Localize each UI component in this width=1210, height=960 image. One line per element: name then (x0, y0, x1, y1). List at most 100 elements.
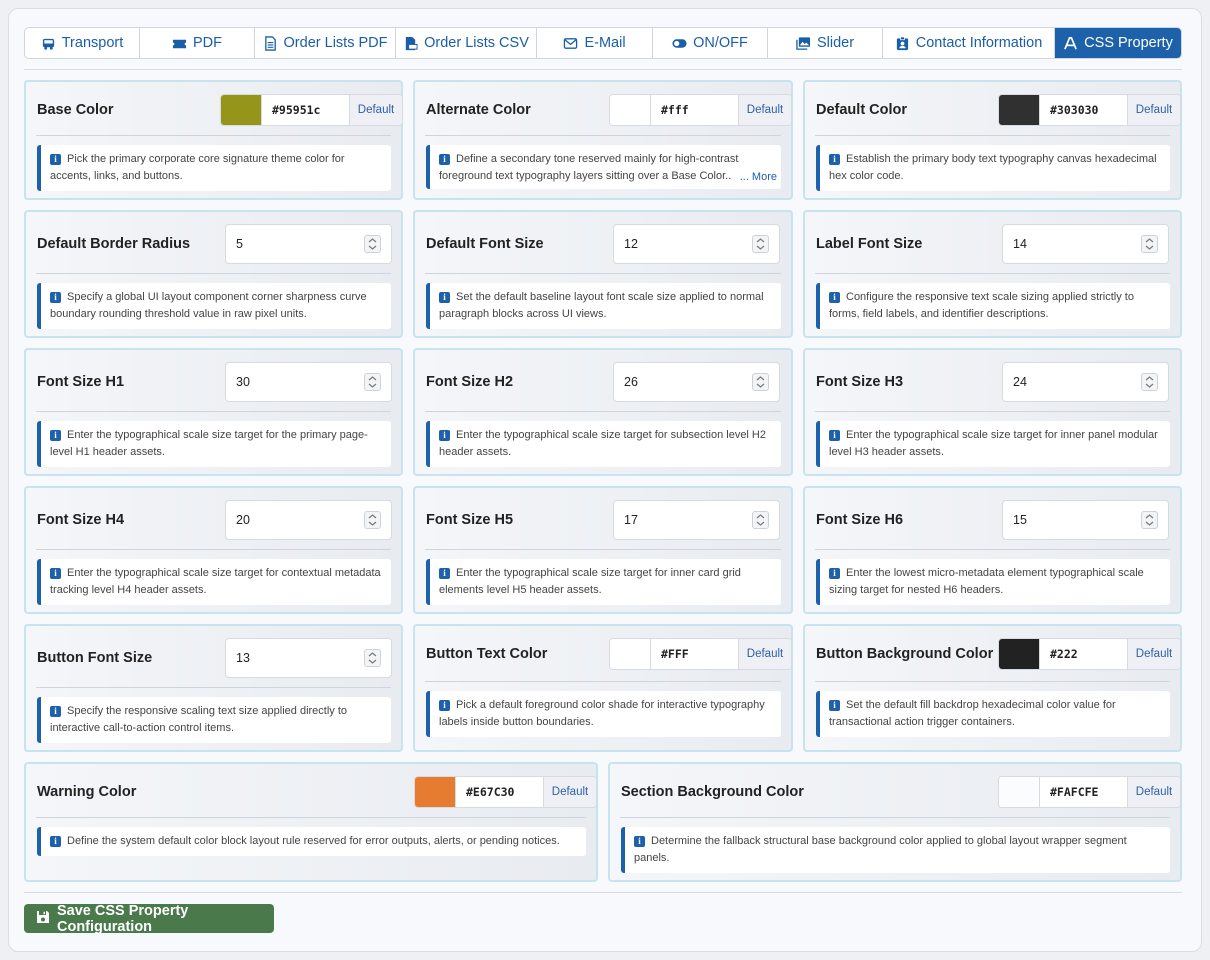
tab-slider[interactable]: Slider (768, 28, 883, 58)
info-note: i Enter the typographical scale size targ… (426, 421, 781, 467)
number-value: 14 (1013, 237, 1027, 251)
more-link[interactable]: ... More (737, 169, 777, 186)
field-label: Font Size H4 (37, 512, 125, 528)
info-note: i Determine the fallback structural base … (621, 827, 1170, 873)
field-label: Button Font Size (37, 650, 153, 666)
card-font-size-h1: Font Size H1 30 i Enter the typographical… (24, 348, 403, 476)
info-icon: i (50, 836, 61, 847)
info-note: i Specify the responsive scaling text siz… (37, 697, 391, 743)
card-font-size-h4: Font Size H4 20 i Enter the typographical… (24, 486, 403, 614)
tab-divider (24, 69, 1182, 70)
divider (815, 549, 1170, 550)
tab-order-lists-pdf[interactable]: Order Lists PDF (255, 28, 396, 58)
info-note: i Configure the responsive text scale siz… (816, 283, 1170, 329)
number-input[interactable]: 12 (613, 224, 780, 264)
info-note: i Specify a global UI layout component co… (37, 283, 391, 329)
hex-input[interactable]: #222 (1039, 639, 1128, 669)
info-text: Specify a global UI layout component cor… (50, 291, 367, 320)
card-button-text-color: Button Text Color #FFF Default i Pick a d… (413, 624, 793, 752)
info-note: i Enter the lowest micro-metadata element… (816, 559, 1170, 605)
info-icon: i (829, 430, 840, 441)
color-picker[interactable]: #fff Default (609, 94, 792, 126)
info-icon: i (439, 430, 450, 441)
number-input[interactable]: 15 (1002, 500, 1169, 540)
stepper-control[interactable] (364, 235, 381, 253)
divider (815, 273, 1170, 274)
card-font-size-h5: Font Size H5 17 i Enter the typographical… (413, 486, 793, 614)
field-label: Font Size H1 (37, 374, 125, 390)
stepper-control[interactable] (364, 649, 381, 667)
tab-pdf[interactable]: PDF (140, 28, 255, 58)
tab-email[interactable]: E-Mail (537, 28, 653, 58)
default-button[interactable]: Default (1128, 95, 1180, 125)
stepper-control[interactable] (752, 235, 769, 253)
hex-input[interactable]: #E67C30 (455, 777, 544, 807)
default-button[interactable]: Default (544, 777, 596, 807)
info-text: Establish the primary body text typograp… (829, 153, 1157, 182)
color-swatch[interactable] (999, 95, 1039, 125)
tab-contact-information[interactable]: Contact Information (883, 28, 1055, 58)
tab-order-lists-csv[interactable]: Order Lists CSV (396, 28, 537, 58)
hex-input[interactable]: #FAFCFE (1039, 777, 1128, 807)
number-input[interactable]: 17 (613, 500, 780, 540)
divider (620, 817, 1170, 818)
divider (425, 135, 781, 136)
field-label: Default Border Radius (37, 236, 191, 252)
stepper-control[interactable] (1141, 235, 1158, 253)
color-swatch[interactable] (999, 777, 1039, 807)
tab-bar: Transport PDF Order Lists PDF Order List… (24, 27, 1182, 59)
number-input[interactable]: 14 (1002, 224, 1169, 264)
number-input[interactable]: 5 (225, 224, 392, 264)
tab-transport[interactable]: Transport (25, 28, 140, 58)
color-swatch[interactable] (221, 95, 261, 125)
number-input[interactable]: 20 (225, 500, 392, 540)
default-button[interactable]: Default (739, 639, 791, 669)
number-value: 15 (1013, 513, 1027, 527)
info-icon: i (829, 154, 840, 165)
stepper-control[interactable] (752, 373, 769, 391)
tab-on-off[interactable]: ON/OFF (653, 28, 768, 58)
field-label: Font Size H6 (816, 512, 904, 528)
default-button[interactable]: Default (1128, 777, 1180, 807)
default-button[interactable]: Default (1128, 639, 1180, 669)
color-swatch[interactable] (415, 777, 455, 807)
info-icon: i (50, 292, 61, 303)
tab-css-property[interactable]: CSS Property (1055, 28, 1181, 58)
default-button[interactable]: Default (739, 95, 791, 125)
tab-label: Order Lists PDF (283, 35, 388, 51)
default-button[interactable]: Default (350, 95, 402, 125)
color-swatch[interactable] (610, 95, 650, 125)
color-picker[interactable]: #222 Default (998, 638, 1181, 670)
info-text: Pick the primary corporate core signatur… (50, 153, 345, 182)
hex-input[interactable]: #FFF (650, 639, 739, 669)
stepper-control[interactable] (1141, 511, 1158, 529)
color-picker[interactable]: #FFF Default (609, 638, 792, 670)
images-icon (796, 36, 811, 51)
info-text: Set the default fill backdrop hexadecima… (829, 699, 1116, 728)
save-button[interactable]: Save CSS Property Configuration (24, 903, 274, 935)
toggle-icon (672, 36, 687, 51)
number-input[interactable]: 13 (225, 638, 392, 678)
hex-input[interactable]: #fff (650, 95, 739, 125)
color-picker[interactable]: #95951c Default (220, 94, 403, 126)
card-label-font-size: Label Font Size 14 i Configure the respon… (803, 210, 1182, 338)
stepper-control[interactable] (364, 511, 381, 529)
color-swatch[interactable] (999, 639, 1039, 669)
stepper-control[interactable] (364, 373, 381, 391)
hex-input[interactable]: #95951c (261, 95, 350, 125)
tab-label: Order Lists CSV (424, 35, 529, 51)
hex-input[interactable]: #303030 (1039, 95, 1128, 125)
color-picker[interactable]: #303030 Default (998, 94, 1181, 126)
field-label: Default Color (816, 102, 908, 118)
number-input[interactable]: 30 (225, 362, 392, 402)
stepper-control[interactable] (1141, 373, 1158, 391)
info-note: i Enter the typographical scale size targ… (816, 421, 1170, 467)
number-input[interactable]: 26 (613, 362, 780, 402)
info-text: Pick a default foreground color shade fo… (439, 699, 765, 728)
stepper-control[interactable] (752, 511, 769, 529)
number-input[interactable]: 24 (1002, 362, 1169, 402)
color-swatch[interactable] (610, 639, 650, 669)
color-picker[interactable]: #E67C30 Default (414, 776, 597, 808)
color-picker[interactable]: #FAFCFE Default (998, 776, 1181, 808)
info-icon: i (439, 700, 450, 711)
